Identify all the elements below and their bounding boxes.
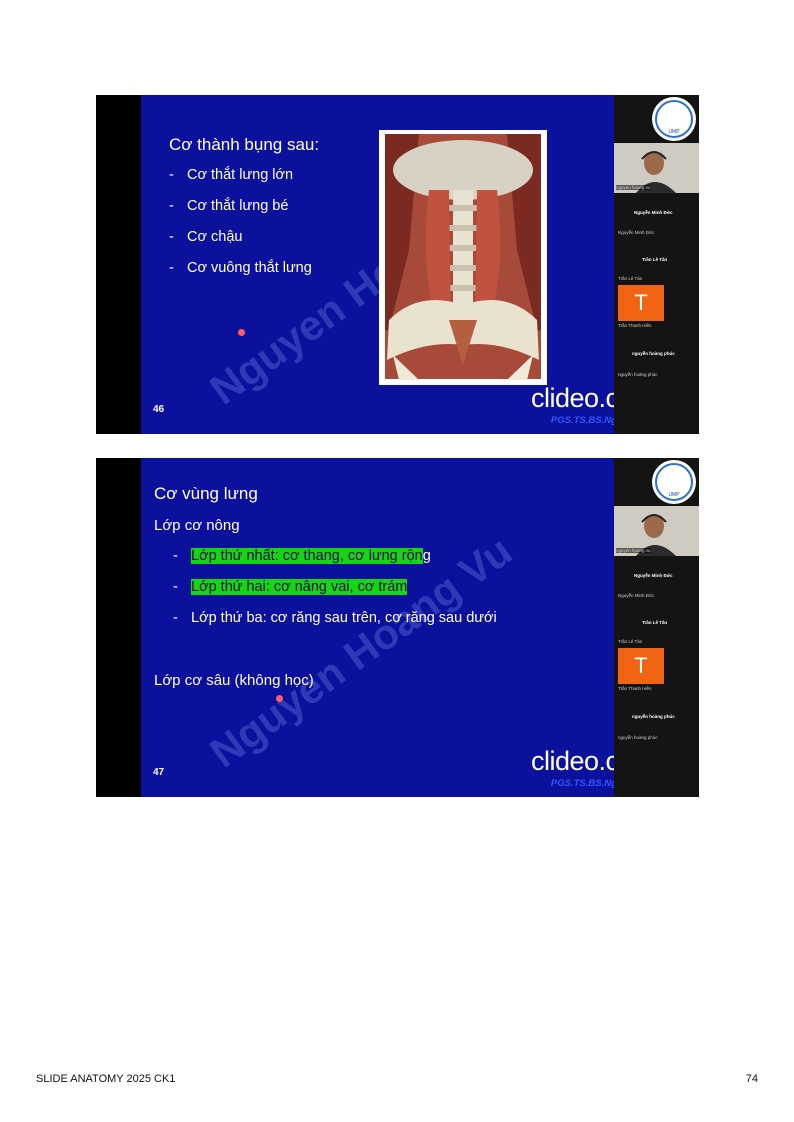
bullet-item: Cơ thắt lưng lớn	[169, 167, 312, 198]
participant-name: Trần Thanh Hiền	[618, 686, 652, 691]
participant-name: nguyễn hoàng phúc	[618, 372, 658, 377]
participant-name: Trần Lê Tân	[618, 276, 643, 281]
participant-avatar: T	[618, 285, 664, 321]
participant-name: Trần Thanh Hiền	[618, 323, 652, 328]
participant-name: Trần Lê Tân	[642, 620, 668, 625]
slide-title: Cơ thành bụng sau:	[169, 135, 320, 154]
participant-name: Nguyễn Minh Đức	[618, 230, 655, 235]
slide-note: Lớp cơ sâu (không học)	[154, 672, 314, 689]
speaker-label: nguyen hoang vu	[616, 185, 651, 190]
laser-pointer	[238, 329, 245, 336]
participant-name: Nguyễn Minh Đức	[618, 593, 655, 598]
video-screenshot-slide-47: Nguyen Hoang Vu Cơ vùng lưng Lớp cơ nông…	[96, 458, 699, 797]
footer-document-title: SLIDE ANATOMY 2025 CK1	[36, 1073, 176, 1085]
speaker-video: nguyen hoang vu	[614, 143, 699, 193]
slide-number: 47	[153, 767, 165, 778]
bullet-list: Cơ thắt lưng lớn Cơ thắt lưng bé Cơ chậu…	[169, 167, 312, 291]
participant-name: nguyễn hoàng phúc	[632, 351, 675, 356]
slide-subtitle: Lớp cơ nông	[154, 517, 240, 534]
bullet-item: Cơ vuông thắt lưng	[169, 260, 312, 291]
bullet-item: Cơ chậu	[169, 229, 312, 260]
bullet-item: Lớp thứ ba: cơ răng sau trên, cơ răng sa…	[173, 610, 497, 641]
bullet-list: Lớp thứ nhất: cơ thang, cơ lưng rộng Lớp…	[173, 548, 497, 641]
laser-pointer	[276, 695, 283, 702]
participant-name: Trần Lê Tân	[618, 639, 643, 644]
speaker-label: nguyen hoang vu	[616, 548, 651, 553]
participant-name: Nguyễn Minh Đức	[634, 573, 673, 578]
anatomy-image	[379, 130, 547, 385]
bullet-item: Lớp thứ nhất: cơ thang, cơ lưng rộng	[173, 548, 497, 579]
participant-name: Nguyễn Minh Đức	[634, 210, 673, 215]
university-logo: UMP	[652, 460, 696, 504]
university-logo: UMP	[652, 97, 696, 141]
bullet-item: Cơ thắt lưng bé	[169, 198, 312, 229]
participant-panel: UMP nguyen hoang vu Nguyễn Minh Đức Nguy…	[614, 458, 699, 797]
bullet-item: Lớp thứ hai: cơ nâng vai, cơ trám	[173, 579, 497, 610]
muscle-illustration-icon	[385, 134, 541, 380]
participant-name: nguyễn hoàng phúc	[618, 735, 658, 740]
speaker-video: nguyen hoang vu	[614, 506, 699, 556]
slide-title: Cơ vùng lưng	[154, 484, 258, 503]
participant-name: nguyễn hoàng phúc	[632, 714, 675, 719]
video-screenshot-slide-46: Nguyen Hoang Vu Cơ thành bụng sau: Cơ th…	[96, 95, 699, 434]
footer-page-number: 74	[745, 1073, 758, 1085]
participant-name: Trần Lê Tân	[642, 257, 668, 262]
participant-avatar: T	[618, 648, 664, 684]
slide-number: 46	[153, 404, 165, 415]
participant-panel: UMP nguyen hoang vu Nguyễn Minh Đức Nguy…	[614, 95, 699, 434]
